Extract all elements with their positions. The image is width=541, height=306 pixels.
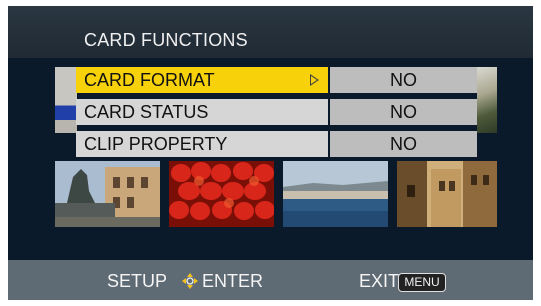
menu-item-label: CLIP PROPERTY: [76, 131, 328, 157]
menu-button-badge: MENU: [398, 273, 446, 292]
menu-item-value: NO: [330, 99, 477, 125]
thumbnail-clip-5[interactable]: [55, 161, 160, 227]
dpad-enter-icon: [182, 273, 198, 289]
enter-label: ENTER: [202, 271, 264, 291]
thumbnail-clip-1[interactable]: [55, 67, 77, 133]
menu-item-label: CARD FORMAT: [76, 67, 328, 93]
menu-item-label: CARD STATUS: [76, 99, 328, 125]
title-bar: CARD FUNCTIONS: [8, 6, 533, 58]
red-peppers-image: [169, 161, 274, 227]
exit-label: EXIT: [359, 271, 400, 291]
menu-item-card-status[interactable]: CARD STATUS NO: [76, 99, 477, 125]
right-triangle-icon: [310, 74, 319, 86]
menu-item-value: NO: [330, 131, 477, 157]
thumbnail-clip-4[interactable]: [477, 67, 497, 133]
menu-item-card-format[interactable]: CARD FORMAT NO: [76, 67, 477, 93]
thumbnail-clip-6[interactable]: [169, 161, 274, 227]
menu-item-clip-property[interactable]: CLIP PROPERTY NO: [76, 131, 477, 157]
setup-label: SETUP: [107, 271, 168, 291]
harbor-image: [283, 161, 388, 227]
menu-item-value: NO: [330, 67, 477, 93]
statue-building-image: [55, 161, 160, 227]
old-street-image: [397, 161, 497, 227]
thumbnail-clip-7[interactable]: [283, 161, 388, 227]
thumbnail-clip-8[interactable]: [397, 161, 497, 227]
card-functions-screen: CARD FUNCTIONS CARD FORMAT NO CARD STATU…: [8, 6, 533, 300]
page-title: CARD FUNCTIONS: [84, 30, 248, 50]
bottom-help-bar: SETUP ENTER EXIT MENU: [8, 260, 533, 300]
